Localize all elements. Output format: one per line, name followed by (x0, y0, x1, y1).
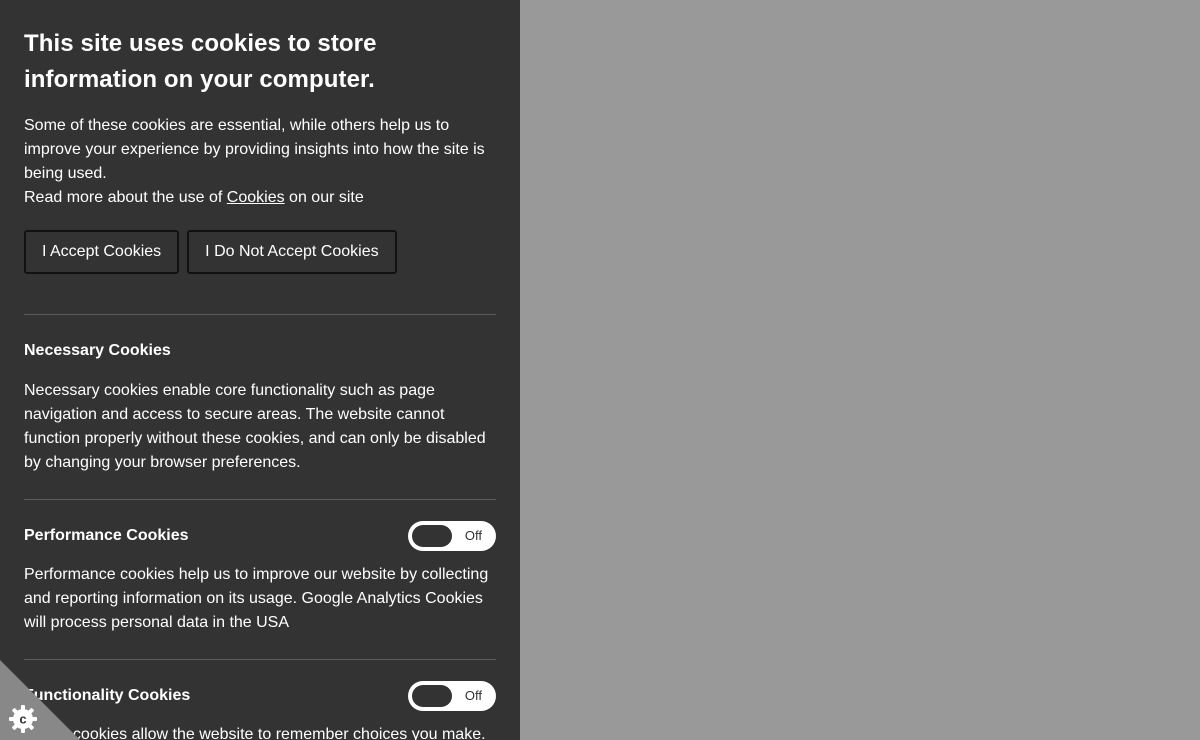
functionality-cookies-section: Functionality Cookies Off These cookies … (24, 660, 496, 740)
cookies-policy-link[interactable]: Cookies (227, 189, 285, 206)
toggle-state-label: Off (464, 528, 482, 543)
consent-buttons: I Accept Cookies I Do Not Accept Cookies (24, 230, 496, 274)
cookie-intro-text: Some of these cookies are essential, whi… (24, 117, 485, 182)
cookie-banner-title: This site uses cookies to store informat… (24, 30, 377, 93)
performance-cookies-section: Performance Cookies Off Performance cook… (24, 500, 496, 635)
toggle-state-label: Off (464, 688, 482, 703)
cookie-intro: Some of these cookies are essential, whi… (24, 114, 496, 210)
necessary-cookies-title: Necessary Cookies (24, 342, 171, 359)
functionality-cookies-description: These cookies allow the website to remem… (24, 726, 486, 740)
cookie-settings-icon[interactable]: c (8, 704, 38, 734)
accept-cookies-button[interactable]: I Accept Cookies (24, 230, 180, 274)
toggle-knob (412, 685, 452, 707)
performance-cookies-toggle[interactable]: Off (408, 521, 496, 551)
cookie-control-panel: This site uses cookies to store informat… (0, 0, 520, 740)
cookie-readmore: Read more about the use of Cookies on ou… (24, 186, 496, 210)
decline-cookies-button[interactable]: I Do Not Accept Cookies (187, 230, 397, 274)
necessary-cookies-description: Necessary cookies enable core functional… (24, 382, 486, 471)
readmore-suffix: on our site (284, 189, 364, 206)
functionality-cookies-toggle[interactable]: Off (408, 681, 496, 711)
performance-cookies-title: Performance Cookies (24, 527, 189, 544)
toggle-knob (412, 525, 452, 547)
performance-cookies-description: Performance cookies help us to improve o… (24, 566, 489, 631)
necessary-cookies-section: Necessary Cookies Necessary cookies enab… (24, 315, 496, 475)
readmore-prefix: Read more about the use of (24, 189, 227, 206)
svg-text:c: c (19, 712, 26, 727)
